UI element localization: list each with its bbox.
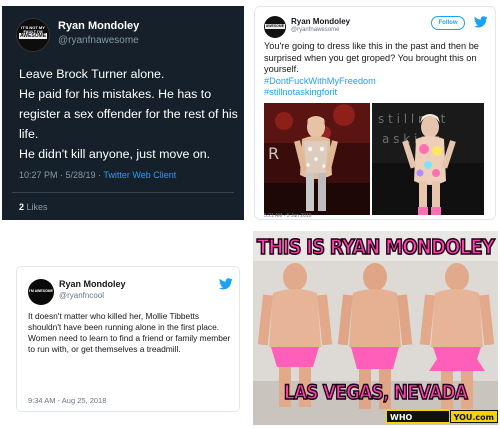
hashtag-link[interactable]: #stillnotaskingforit <box>264 87 494 99</box>
tweet-meta: 10:27 PM · 5/28/19 · Twitter Web Client <box>19 170 176 180</box>
light-tweet-card: I'M AWESOME Ryan Mondoley @ryanfncool It… <box>16 266 240 412</box>
tweet-line: He didn't kill anyone, just move on. <box>19 147 211 161</box>
author-handle[interactable]: @ryanfnawesome <box>58 35 139 46</box>
dark-tweet-card: IT'S NOT MY FAULT I'M AWESOME Ryan Mondo… <box>2 6 244 220</box>
tweet-text: It doesn't matter who killed her, Mollie… <box>28 311 234 355</box>
avatar[interactable]: IT'S NOT MY FAULT I'M AWESOME <box>16 18 50 52</box>
avatar[interactable]: AWESOME <box>264 16 286 38</box>
photo-tweet-card: AWESOME Ryan Mondoley @ryanfnawesome Fol… <box>254 6 496 220</box>
site-watermark-badge: WHO SCAMMED YOU.com <box>386 410 498 423</box>
tweet-text: You're going to dress like this in the p… <box>264 41 494 99</box>
watermark-letter: R <box>268 144 279 163</box>
divider <box>12 192 234 193</box>
headline-banner: THIS IS RYAN MONDOLEY <box>256 235 495 261</box>
avatar-logo-main: I'M AWESOME <box>29 289 53 293</box>
twitter-bird-icon <box>219 278 233 290</box>
follow-button[interactable]: Follow <box>431 16 465 30</box>
tweet-line: It doesn't matter who killed her, Mollie… <box>28 311 220 332</box>
tweet-date[interactable]: 5:21 AM - 5 Jun 2019 <box>264 213 312 219</box>
author-name[interactable]: Ryan Mondoley <box>291 17 350 26</box>
avatar[interactable]: I'M AWESOME <box>28 279 54 305</box>
tweet-line: Women need to learn to find a friend or … <box>28 333 231 354</box>
author-handle[interactable]: @ryanfncool <box>59 291 104 300</box>
avatar-logo-main: AWESOME <box>19 33 47 39</box>
timestamp[interactable]: 10:27 PM · 5/28/19 · <box>19 170 103 180</box>
twitter-bird-icon <box>474 16 488 28</box>
likes-label: Likes <box>24 202 48 212</box>
timestamp[interactable]: 9:34 AM - Aug 25, 2018 <box>28 396 106 405</box>
scam-warning-image: THIS IS RYAN MONDOLEY LAS VEGAS, NEVADA … <box>253 231 498 425</box>
avatar-logo-main: AWESOME <box>265 24 285 29</box>
badge-right: YOU.com <box>449 410 498 423</box>
author-handle[interactable]: @ryanfnawesome <box>291 27 339 33</box>
author-name[interactable]: Ryan Mondoley <box>59 279 126 289</box>
tweet-line: He paid for his mistakes. He has to regi… <box>19 87 238 141</box>
author-name[interactable]: Ryan Mondoley <box>58 20 139 32</box>
tweet-text: Leave Brock Turner alone. He paid for hi… <box>19 64 239 164</box>
tweet-line: You're going to dress like this in the p… <box>264 41 479 74</box>
badge-left: WHO SCAMMED <box>386 410 450 423</box>
red-carpet-photo-left[interactable]: R <box>264 103 370 215</box>
event-photo-right[interactable]: s t i l l n o t a s k i n g <box>372 103 484 215</box>
source-link[interactable]: Twitter Web Client <box>103 170 176 180</box>
likes-count[interactable]: 2 Likes <box>19 202 48 212</box>
hashtag-link[interactable]: #DontFuckWithMyFreedom <box>264 76 494 88</box>
location-banner: LAS VEGAS, NEVADA <box>283 381 468 405</box>
tweet-line: Leave Brock Turner alone. <box>19 67 165 81</box>
